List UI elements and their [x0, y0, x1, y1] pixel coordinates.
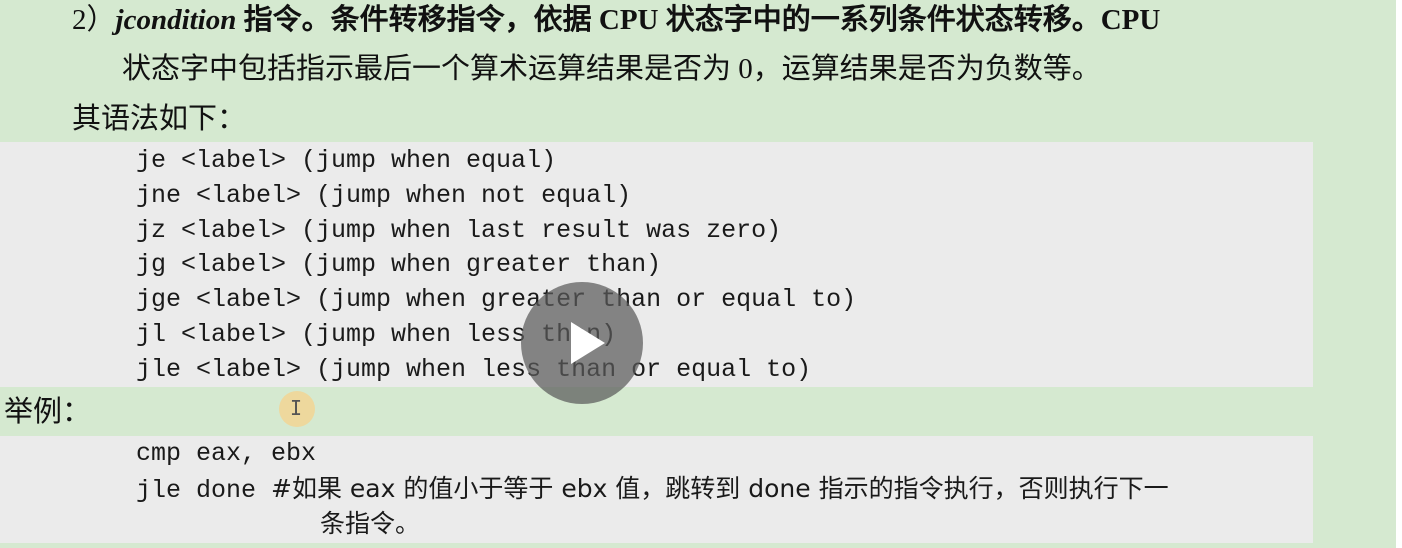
- heading-number: 2）: [72, 4, 116, 36]
- syntax-code-block: je <label> (jump when equal) jne <label>…: [0, 142, 1313, 387]
- slide-page: 2）jcondition 指令。条件转移指令，依据 CPU 状态字中的一系列条件…: [0, 0, 1402, 548]
- syntax-line-jge: jge <label> (jump when greater than or e…: [136, 285, 857, 314]
- syntax-line-jg: jg <label> (jump when greater than): [136, 250, 662, 279]
- syntax-intro: 其语法如下：: [72, 103, 247, 135]
- example-jle-comment: #如果 eax 的值小于等于 ebx 值，跳转到 done 指示的指令执行，否则…: [271, 474, 1169, 503]
- syntax-line-je: je <label> (jump when equal): [136, 146, 557, 175]
- play-icon: [571, 322, 605, 364]
- example-jle-code: jle done: [136, 476, 272, 505]
- window-edge: [1396, 0, 1402, 548]
- example-comment-continuation: 条指令。: [320, 509, 421, 538]
- example-line-jle: jle done #如果 eax 的值小于等于 ebx 值，跳转到 done 指…: [136, 472, 1169, 508]
- syntax-line-jne: jne <label> (jump when not equal): [136, 181, 632, 210]
- heading-line-1: 2）jcondition 指令。条件转移指令，依据 CPU 状态字中的一系列条件…: [72, 0, 1160, 40]
- syntax-line-jz: jz <label> (jump when last result was ze…: [136, 216, 782, 245]
- example-label: 举例：: [4, 396, 92, 428]
- example-code-block: cmp eax, ebx jle done #如果 eax 的值小于等于 ebx…: [0, 436, 1313, 543]
- heading-line1-rest: 指令。条件转移指令，依据 CPU 状态字中的一系列条件状态转移。CPU: [236, 4, 1161, 36]
- heading-term: jcondition: [115, 4, 237, 36]
- syntax-line-jle: jle <label> (jump when less than or equa…: [136, 355, 812, 384]
- example-line-cmp: cmp eax, ebx: [136, 439, 317, 468]
- text-cursor-icon: I: [290, 396, 303, 420]
- play-button[interactable]: [521, 282, 643, 404]
- heading-line-2: 状态字中包括指示最后一个算术运算结果是否为 0，运算结果是否为负数等。: [122, 53, 1101, 85]
